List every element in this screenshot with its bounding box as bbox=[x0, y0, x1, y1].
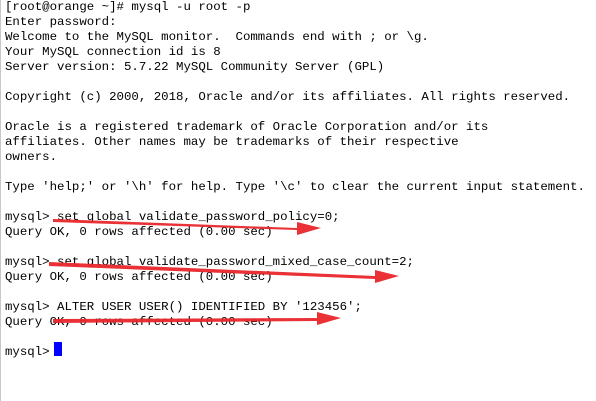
terminal-line-command-alter-user: mysql> ALTER USER USER() IDENTIFIED BY '… bbox=[5, 300, 362, 314]
terminal-line-trademark-1: Oracle is a registered trademark of Orac… bbox=[5, 120, 489, 134]
terminal-window[interactable]: [root@orange ~]# mysql -u root -p Enter … bbox=[0, 0, 596, 401]
terminal-line-command-mixed-case: mysql> set global validate_password_mixe… bbox=[5, 255, 414, 269]
terminal-line-prompt[interactable]: mysql> bbox=[5, 345, 57, 360]
terminal-line-server-version: Server version: 5.7.22 MySQL Community S… bbox=[5, 60, 385, 74]
terminal-line-welcome: Welcome to the MySQL monitor. Commands e… bbox=[5, 30, 429, 44]
terminal-line-trademark-3: owners. bbox=[5, 150, 58, 164]
terminal-line-trademark-2: affiliates. Other names may be trademark… bbox=[5, 135, 459, 149]
terminal-line-copyright: Copyright (c) 2000, 2018, Oracle and/or … bbox=[5, 90, 571, 104]
terminal-line-command-policy: mysql> set global validate_password_poli… bbox=[5, 210, 340, 224]
terminal-line-result-1: Query OK, 0 rows affected (0.00 sec) bbox=[5, 225, 273, 239]
terminal-line-password-prompt: Enter password: bbox=[5, 15, 117, 29]
terminal-line-connection-id: Your MySQL connection id is 8 bbox=[5, 45, 221, 59]
terminal-line-result-3: Query OK, 0 rows affected (0.00 sec) bbox=[5, 315, 273, 329]
terminal-line-result-2: Query OK, 0 rows affected (0.00 sec) bbox=[5, 270, 273, 284]
terminal-line-login-command: [root@orange ~]# mysql -u root -p bbox=[5, 0, 251, 14]
terminal-line-help: Type 'help;' or '\h' for help. Type '\c'… bbox=[5, 180, 585, 194]
text-cursor bbox=[54, 342, 62, 356]
